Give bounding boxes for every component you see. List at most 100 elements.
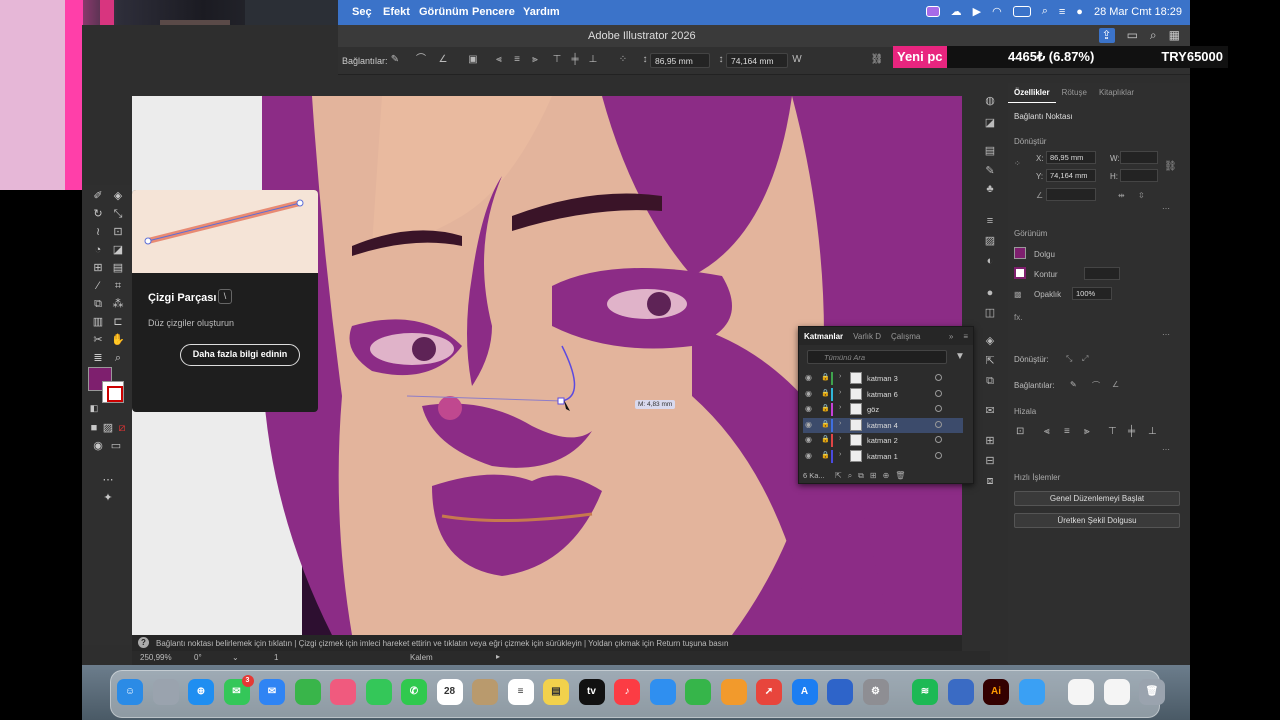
reference-point-icon[interactable]: ⁘: [616, 54, 630, 66]
general-edit-button[interactable]: Genel Düzenlemeyi Başlat: [1014, 491, 1180, 506]
learn-more-button[interactable]: Daha fazla bilgi edinin: [180, 344, 300, 366]
eraser-tool-icon[interactable]: ◈: [110, 189, 126, 203]
rotation-field[interactable]: 0°: [194, 653, 202, 662]
opacity-input[interactable]: 100%: [1072, 287, 1112, 300]
convert-anchor-icon[interactable]: ✎: [1070, 380, 1077, 389]
appstore-icon[interactable]: A: [791, 679, 818, 705]
live-paint-tool-icon[interactable]: ◪: [110, 243, 126, 257]
panel-menu-icon[interactable]: ≡: [958, 332, 973, 341]
contacts-icon[interactable]: [472, 679, 498, 705]
layer-target-icon[interactable]: [935, 451, 942, 459]
eyedropper-tool-icon[interactable]: ⁄: [90, 279, 106, 293]
align-bottom-icon[interactable]: ⊥: [586, 54, 600, 66]
align-hcenter-icon[interactable]: ≡: [1064, 426, 1070, 437]
screenshot-icon[interactable]: [1103, 679, 1130, 705]
tab-artboards[interactable]: Çalışma: [886, 332, 925, 341]
phone-icon[interactable]: ✆: [401, 679, 427, 705]
constrain-icon[interactable]: ⛓: [870, 54, 884, 66]
visibility-eye-icon[interactable]: ◉: [805, 420, 812, 429]
help-icon[interactable]: ?: [138, 637, 149, 648]
toolbar-more-icon[interactable]: ✦: [100, 491, 116, 505]
align-top-icon[interactable]: ⊤: [550, 54, 564, 66]
convert-anchor-icon[interactable]: ✎: [388, 54, 402, 66]
rotate-input[interactable]: [1046, 188, 1096, 201]
fill-swatch[interactable]: [1014, 247, 1026, 259]
finder-icon[interactable]: ☺: [117, 679, 143, 705]
maps-icon[interactable]: [294, 679, 321, 705]
layer-row[interactable]: ◉ 🔒 › katman 4: [803, 417, 963, 433]
stroke-swatch[interactable]: [1014, 267, 1026, 279]
visibility-eye-icon[interactable]: ◉: [805, 404, 812, 413]
lock-icon[interactable]: 🔒: [821, 389, 830, 397]
expand-chevron-icon[interactable]: ›: [839, 451, 841, 458]
tab-retouch[interactable]: Rötuşe: [1056, 83, 1093, 103]
document-icon[interactable]: [1068, 679, 1094, 705]
warp-tool-icon[interactable]: ≀: [90, 225, 106, 239]
align-top-icon[interactable]: ⊤: [1108, 426, 1117, 437]
align-left-icon[interactable]: ⫷: [1044, 426, 1050, 437]
notes-icon[interactable]: ▤: [543, 679, 569, 705]
smooth-anchor-icon[interactable]: ⌒: [414, 54, 428, 66]
constrain-proportions-icon[interactable]: ⛓: [1164, 161, 1177, 172]
lock-icon[interactable]: 🔒: [821, 420, 830, 428]
appearance-panel-icon[interactable]: ●: [983, 287, 997, 300]
play-icon[interactable]: ▶: [973, 5, 981, 18]
battery-icon[interactable]: [1012, 6, 1031, 17]
layer-target-icon[interactable]: [935, 374, 942, 381]
mesh-tool-icon[interactable]: ▤: [110, 261, 126, 275]
align-more-icon[interactable]: ⋯: [1162, 445, 1170, 454]
align-right-icon[interactable]: ⫸: [528, 54, 542, 66]
x-input[interactable]: 86,95 mm: [1046, 151, 1096, 164]
workspace-icon[interactable]: ▭: [1127, 28, 1138, 43]
search-icon[interactable]: ⌕: [1150, 28, 1157, 43]
filter-icon[interactable]: ▼: [955, 351, 965, 362]
layer-row[interactable]: ◉ 🔒 › katman 6: [803, 387, 963, 402]
generative-fill-button[interactable]: Üretken Şekil Dolgusu: [1014, 513, 1180, 528]
layer-name[interactable]: katman 3: [867, 374, 898, 383]
layer-target-icon[interactable]: [935, 420, 942, 428]
align-vcenter-icon[interactable]: ╪: [1128, 426, 1135, 437]
layers-panel-icon[interactable]: ◈: [983, 335, 997, 348]
control-center-icon[interactable]: ≡: [1059, 6, 1065, 18]
lock-icon[interactable]: 🔒: [821, 451, 830, 459]
messages-icon[interactable]: ✉ 3: [223, 675, 254, 705]
layers-search-input[interactable]: Tümünü Ara: [807, 350, 947, 364]
align-to-icon[interactable]: ⊡: [1016, 426, 1024, 437]
keynote-icon[interactable]: [649, 679, 676, 705]
music-icon[interactable]: ♪: [614, 679, 640, 705]
flip-vertical-icon[interactable]: ⇳: [1138, 191, 1145, 200]
expand-chevron-icon[interactable]: ›: [839, 404, 841, 411]
layer-row[interactable]: ◉ 🔒 › göz: [803, 402, 963, 417]
gradient-panel-icon[interactable]: ▨: [983, 235, 997, 248]
layer-name[interactable]: katman 2: [867, 436, 898, 445]
numbers-icon[interactable]: [685, 679, 711, 705]
stroke-weight-input[interactable]: [1084, 267, 1120, 280]
pathfinder-panel-icon[interactable]: ⊟: [983, 455, 997, 468]
transparency-panel-icon[interactable]: ◐: [983, 255, 997, 268]
lock-icon[interactable]: 🔒: [821, 373, 830, 381]
corner-anchor-icon[interactable]: ∠: [1112, 380, 1119, 389]
align-bottom-icon[interactable]: ⊥: [1148, 426, 1157, 437]
graph-tool-icon[interactable]: ▥: [90, 315, 106, 329]
symbol-sprayer-tool-icon[interactable]: ⁂: [110, 297, 126, 311]
pages-icon[interactable]: [720, 679, 747, 705]
brushes-panel-icon[interactable]: ✎: [983, 165, 997, 178]
scale-tool-icon[interactable]: ⤡: [110, 207, 126, 221]
cloud-icon[interactable]: ☁: [951, 5, 962, 18]
spotlight-icon[interactable]: ⌕: [1042, 5, 1048, 18]
expand-chevron-icon[interactable]: ›: [839, 389, 841, 396]
align-left-icon[interactable]: ⫷: [492, 54, 506, 66]
slice-tool-icon[interactable]: ✂: [90, 333, 106, 347]
illustrator-icon[interactable]: Ai: [983, 679, 1009, 705]
expand-chevron-icon[interactable]: ›: [839, 420, 841, 427]
visibility-eye-icon[interactable]: ◉: [805, 435, 812, 444]
rocket-icon[interactable]: ➚: [756, 679, 782, 705]
settings-icon[interactable]: ⚙: [862, 679, 889, 705]
layer-target-icon[interactable]: [935, 436, 942, 443]
print-tiling-tool-icon[interactable]: ≣: [90, 351, 106, 365]
layer-name[interactable]: katman 1: [867, 452, 898, 461]
grid-icon[interactable]: ▦: [1169, 28, 1180, 43]
layer-name[interactable]: katman 6: [867, 390, 898, 399]
align-panel-icon[interactable]: ⊞: [983, 435, 997, 448]
zoom-tool-icon[interactable]: ⌕: [110, 351, 126, 365]
